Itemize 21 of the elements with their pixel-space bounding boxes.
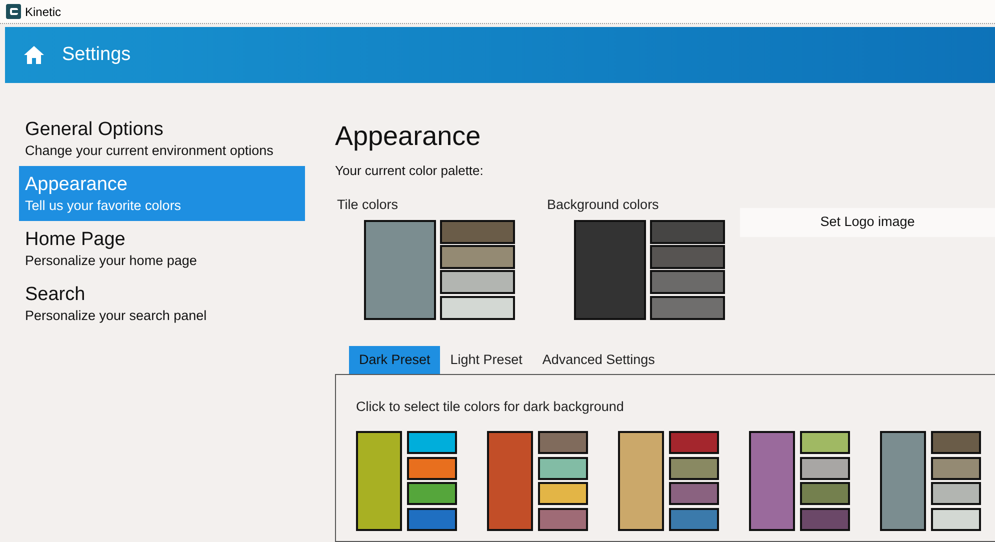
preset-instruction: Click to select tile colors for dark background [356,398,625,416]
palette-label: Tile colors [337,196,400,214]
preset-palette[interactable] [487,431,588,531]
sidebar-item[interactable]: General Options Change your current environment options [19,111,305,166]
palette-label: Background colors [547,196,660,214]
page-title: Appearance [335,120,482,153]
sidebar-item[interactable]: Home Page Personalize your home page [19,221,305,276]
preset-palette[interactable] [880,431,981,531]
window-title: Kinetic [25,4,62,20]
palette-caption: Your current color palette: [335,162,484,180]
preset-palette[interactable] [749,431,850,531]
tab[interactable]: Light Preset [440,346,532,374]
header-title: Settings [62,42,131,67]
preset-palette[interactable] [356,431,457,531]
sidebar-item[interactable]: Search Personalize your search panel [19,276,305,331]
app-logo-icon [6,4,21,19]
home-icon[interactable] [23,45,45,65]
set-logo-button[interactable]: Set Logo image [740,208,995,236]
tab[interactable]: Advanced Settings [532,346,665,374]
preset-palette[interactable] [618,431,719,531]
tab[interactable]: Dark Preset [349,346,440,374]
